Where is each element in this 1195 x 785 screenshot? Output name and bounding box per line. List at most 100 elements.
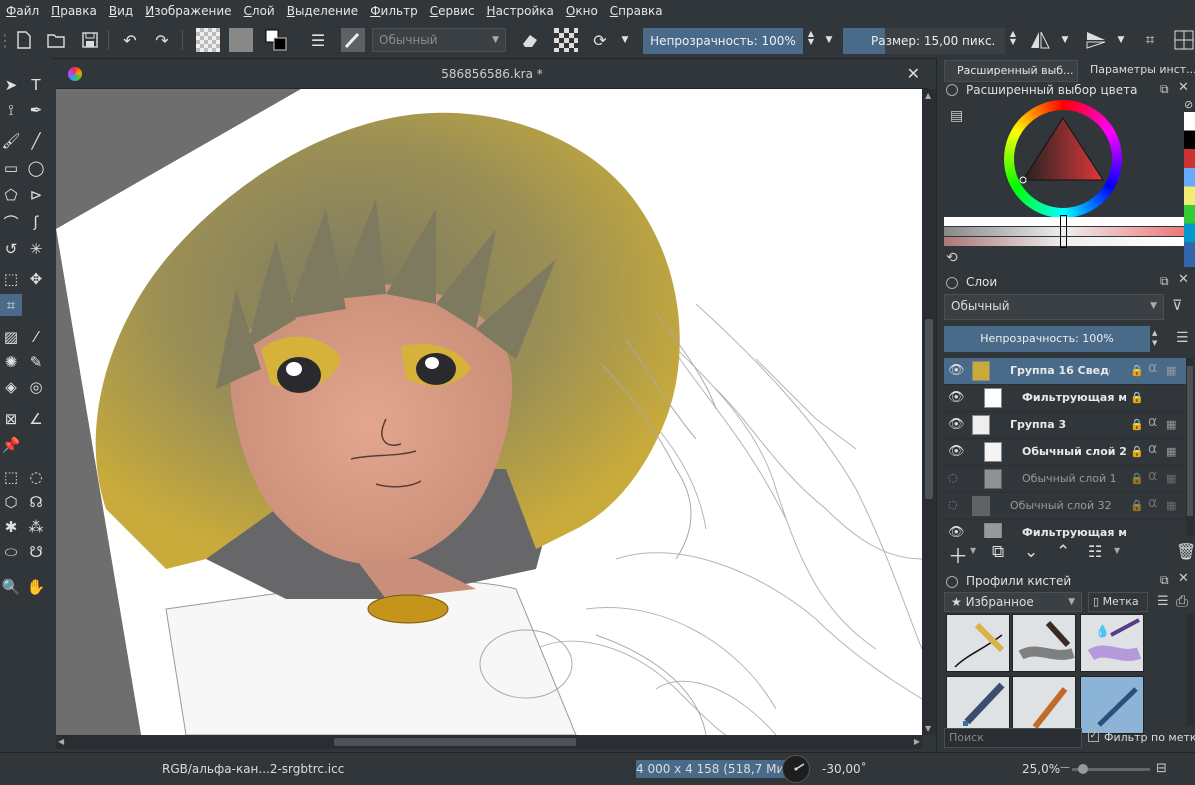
ellipse-select-icon[interactable]: ◌ — [25, 466, 47, 488]
menu-image[interactable]: Изображение — [139, 0, 237, 22]
inherit-alpha-icon[interactable]: ▦ — [1166, 499, 1176, 512]
dynamic-brush-icon[interactable]: ↺ — [0, 238, 22, 260]
visibility-eye-icon[interactable]: 👁 — [948, 363, 965, 379]
vertical-scrollbar[interactable]: ▲ ▼ — [922, 89, 936, 735]
new-document-icon[interactable] — [12, 28, 36, 52]
zoom-out-icon[interactable]: — — [1060, 762, 1070, 773]
ellipse-tool-icon[interactable]: ◯ — [25, 157, 47, 179]
panel-lock-icon[interactable] — [946, 84, 958, 96]
chevron-down-icon[interactable]: ▼ — [970, 546, 976, 555]
wrap-around-icon[interactable] — [1172, 28, 1195, 52]
layers-scroll-thumb[interactable] — [1187, 366, 1193, 516]
blend-mode-select[interactable]: Обычный ▼ — [372, 28, 506, 52]
freehand-brush-icon[interactable]: 🖌 — [0, 130, 22, 152]
contiguous-select-icon[interactable]: ✱ — [0, 516, 22, 538]
horizontal-scrollbar[interactable]: ◀ ▶ — [56, 735, 922, 749]
chevron-down-icon[interactable]: ▼ — [618, 28, 632, 52]
zoom-slider[interactable] — [1072, 764, 1150, 774]
select-shapes-icon[interactable]: ➤ — [0, 74, 22, 96]
alpha-lock-icon[interactable]: α — [1148, 414, 1157, 430]
chevron-down-icon[interactable]: ▼ — [1114, 28, 1128, 52]
menu-edit[interactable]: Правка — [45, 0, 103, 22]
colorize-mask-icon[interactable]: ✎ — [25, 351, 47, 373]
reference-tool-icon[interactable]: 📌 — [0, 434, 22, 456]
saturation-value-triangle[interactable] — [1004, 100, 1122, 218]
transform-tool-icon[interactable]: ⬚ — [0, 268, 22, 290]
brush-preset-marker[interactable] — [1012, 676, 1076, 734]
move-layer-up-icon[interactable]: ⌃ — [1056, 542, 1070, 562]
visibility-eye-icon[interactable]: 👁 — [948, 444, 965, 460]
scroll-right-icon[interactable]: ▶ — [914, 737, 920, 746]
lock-icon[interactable]: 🔒 — [1130, 364, 1144, 377]
rect-select-icon[interactable]: ⬚ — [0, 466, 22, 488]
opacity-slider[interactable]: Непрозрачность: 100% — [643, 28, 803, 54]
brush-preset-icon[interactable] — [341, 28, 365, 52]
calligraphy-icon[interactable]: ✒ — [25, 99, 47, 121]
brush-preset-airbrush[interactable] — [1080, 676, 1144, 734]
color-picker-icon[interactable]: ⁄ — [25, 326, 47, 348]
tab-tool-options[interactable]: Параметры инст... — [1080, 60, 1195, 82]
layer-blend-mode-select[interactable]: Обычный ▼ — [944, 294, 1164, 320]
layer-opacity-slider[interactable]: Непрозрачность: 100% — [944, 326, 1150, 352]
clear-history-icon[interactable]: ⊘ — [1184, 98, 1193, 111]
brush-preset-watercolor[interactable]: 💧 — [1080, 614, 1144, 672]
menu-filter[interactable]: Фильтр — [364, 0, 424, 22]
lock-icon[interactable]: 🔒 — [1130, 499, 1144, 512]
brush-preset-ink-pen[interactable] — [946, 614, 1010, 672]
brush-presets-scrollbar[interactable] — [1186, 614, 1194, 726]
delete-layer-icon[interactable]: 🗑 — [1176, 542, 1195, 561]
brush-search-input[interactable]: Поиск — [944, 728, 1082, 748]
lock-icon[interactable]: 🔒 — [1130, 391, 1144, 404]
freehand-path-icon[interactable]: ʃ — [25, 211, 47, 233]
color-history-strip[interactable] — [1184, 112, 1195, 267]
brush-view-menu-icon[interactable]: ☰ — [1157, 594, 1169, 609]
mirror-horizontal-icon[interactable] — [1028, 28, 1052, 52]
color-settings-icon[interactable]: ▤ — [950, 108, 963, 124]
filter-layers-icon[interactable]: ⊽ — [1172, 298, 1182, 314]
lock-icon[interactable]: 🔒 — [1130, 445, 1144, 458]
layer-properties-icon[interactable]: ☷ — [1088, 542, 1102, 561]
close-panel-icon[interactable]: ✕ — [1178, 272, 1189, 287]
tab-advanced-color[interactable]: Расширенный выб... — [944, 60, 1078, 82]
eraser-mode-icon[interactable] — [518, 28, 542, 52]
fit-canvas-icon[interactable]: ⊟ — [1156, 761, 1167, 776]
pan-tool-icon[interactable]: ✋ — [25, 576, 47, 598]
menu-help[interactable]: Справка — [604, 0, 669, 22]
menu-tools[interactable]: Сервис — [424, 0, 481, 22]
add-layer-icon[interactable]: ＋ — [948, 540, 968, 569]
similar-select-icon[interactable]: ⁂ — [25, 516, 47, 538]
open-document-icon[interactable] — [44, 28, 68, 52]
pattern-preset-icon[interactable] — [229, 28, 253, 52]
panel-lock-icon[interactable] — [946, 277, 958, 289]
zoom-slider-handle[interactable] — [1078, 764, 1088, 774]
save-icon[interactable] — [78, 28, 102, 52]
inherit-alpha-icon[interactable]: ▦ — [1166, 418, 1176, 431]
brush-editor-icon[interactable]: ☰ — [306, 28, 330, 52]
hidden-eye-icon[interactable]: ◌ — [948, 498, 964, 514]
gradient-preset-icon[interactable] — [196, 28, 220, 52]
assistant-tool-icon[interactable]: ⊠ — [0, 408, 22, 430]
layer-row[interactable]: 👁 Фильтрующая ма... 🔒 — [944, 385, 1189, 412]
lock-icon[interactable]: 🔒 — [1130, 418, 1144, 431]
gradient-tool-icon[interactable]: ▨ — [0, 326, 22, 348]
save-preset-icon[interactable]: ⎙ — [1176, 592, 1188, 610]
rotation-dial-icon[interactable] — [782, 755, 810, 783]
duplicate-layer-icon[interactable]: ⧉ — [992, 542, 1004, 562]
smart-patch-icon[interactable]: ✺ — [0, 351, 22, 373]
layer-row[interactable]: 👁 Фильтрующая ма... — [944, 520, 1189, 538]
alpha-lock-icon[interactable]: α — [1148, 360, 1157, 376]
inherit-alpha-icon[interactable]: ▦ — [1166, 445, 1176, 458]
layer-row[interactable]: ◌ Обычный слой 32 🔒 α ▦ — [944, 493, 1189, 520]
hidden-eye-icon[interactable]: ◌ — [948, 471, 964, 487]
alpha-lock-icon[interactable]: α — [1148, 495, 1157, 511]
polygon-tool-icon[interactable]: ⬠ — [0, 184, 22, 206]
inherit-alpha-icon[interactable]: ▦ — [1166, 472, 1176, 485]
scroll-up-icon[interactable]: ▲ — [925, 91, 931, 100]
reload-preset-icon[interactable]: ⟳ — [588, 28, 612, 52]
text-tool-icon[interactable]: T — [25, 74, 47, 96]
visibility-eye-icon[interactable]: 👁 — [948, 525, 965, 538]
scroll-left-icon[interactable]: ◀ — [58, 737, 64, 746]
bezier-tool-icon[interactable]: ⌒ — [0, 211, 22, 233]
line-tool-icon[interactable]: ╱ — [25, 130, 47, 152]
layer-row[interactable]: 👁 Обычный слой 2 🔒 α ▦ — [944, 439, 1189, 466]
